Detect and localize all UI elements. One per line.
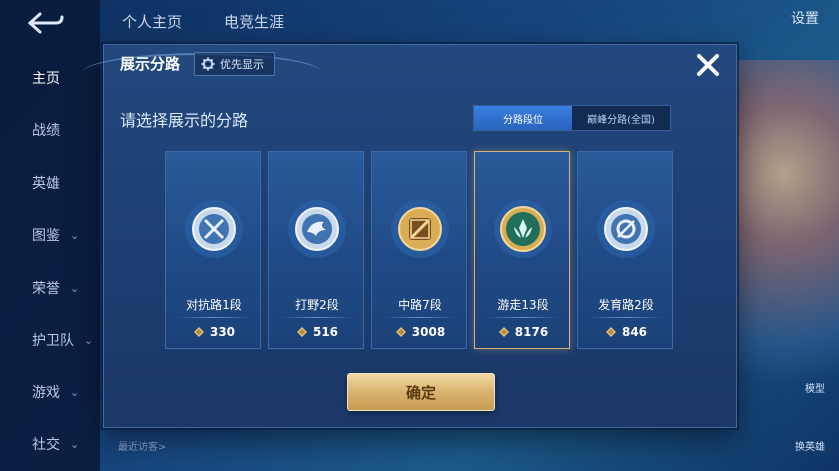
lane-points-value: 330	[209, 325, 236, 339]
points-icon	[193, 327, 204, 337]
settings-button[interactable]: 设置	[791, 8, 819, 28]
priority-display-button[interactable]: 优先显示	[194, 52, 275, 76]
lane-points: 516	[269, 325, 365, 339]
recent-visitors-link[interactable]: 最近访客>	[118, 438, 166, 453]
chevron-down-icon: ⌄	[70, 385, 80, 399]
lane-rank-label: 发育路2段	[598, 298, 654, 312]
lane-card-jungle[interactable]: 打野2段 516	[268, 151, 364, 349]
lane-card-mid[interactable]: 中路7段 3008	[371, 151, 467, 349]
tab-peak-lane[interactable]: 巅峰分路(全国)	[572, 106, 670, 130]
points-icon	[395, 327, 406, 337]
tab-esports[interactable]: 电竞生涯	[224, 11, 284, 32]
switch-hero-hint[interactable]: 换英雄	[795, 438, 825, 453]
sidebar-item-social[interactable]: 社交 ⌄	[0, 424, 100, 464]
sidebar-item-label: 荣誉	[32, 281, 60, 297]
lane-display-dialog: 展示分路 优先显示 请选择展示的分路 分路段位 巅峰分路(全国) 对抗路1段 3…	[82, 44, 737, 428]
lane-rank-label: 游走13段	[497, 298, 549, 312]
chevron-down-icon: ⌄	[84, 333, 94, 347]
chevron-down-icon: ⌄	[70, 281, 80, 295]
lane-points: 8176	[475, 325, 571, 339]
divider	[590, 317, 662, 318]
model-hint[interactable]: 模型	[805, 380, 825, 395]
tab-lane-rank[interactable]: 分路段位	[474, 106, 572, 130]
sidebar-item-label: 英雄	[32, 176, 60, 192]
lane-mode-segmented-control: 分路段位 巅峰分路(全国)	[473, 105, 671, 131]
dragon-badge-icon	[288, 200, 346, 258]
sidebar-item-codex[interactable]: 图鉴 ⌄	[0, 215, 100, 255]
sidebar-item-hero[interactable]: 英雄	[0, 163, 100, 203]
sidebar-item-label: 主页	[32, 71, 60, 87]
close-icon[interactable]	[694, 51, 722, 79]
gear-icon	[201, 57, 215, 71]
divider	[384, 317, 456, 318]
sidebar-item-label: 战绩	[32, 123, 60, 139]
divider	[178, 317, 250, 318]
top-tabs: 个人主页 电竞生涯	[100, 0, 839, 42]
dialog-title: 展示分路	[120, 55, 181, 73]
lane-card-top[interactable]: 对抗路1段 330	[165, 151, 261, 349]
sidebar-item-game[interactable]: 游戏 ⌄	[0, 372, 100, 412]
lane-card-farm[interactable]: 发育路2段 846	[577, 151, 673, 349]
lane-card-list: 对抗路1段 330 打野2段 516 中路7段 3008 游走13段 8176 …	[165, 151, 677, 349]
priority-display-label: 优先显示	[220, 58, 264, 71]
sidebar-item-label: 护卫队	[32, 333, 74, 349]
lane-points-value: 846	[621, 325, 648, 339]
divider	[487, 317, 559, 318]
staff-badge-icon	[391, 200, 449, 258]
sidebar-item-guard[interactable]: 护卫队 ⌄	[0, 320, 100, 360]
divider	[281, 317, 353, 318]
chevron-down-icon: ⌄	[70, 437, 80, 451]
lane-card-roam[interactable]: 游走13段 8176	[474, 151, 570, 349]
sidebar-item-label: 图鉴	[32, 228, 60, 244]
dialog-header: 展示分路 优先显示	[82, 45, 736, 85]
points-icon	[605, 327, 616, 337]
lane-rank-label: 打野2段	[295, 298, 339, 312]
confirm-button[interactable]: 确定	[347, 373, 495, 411]
points-icon	[498, 327, 509, 337]
lane-points: 3008	[372, 325, 468, 339]
lane-rank-label: 对抗路1段	[186, 298, 242, 312]
dialog-subtitle: 请选择展示的分路	[120, 111, 249, 130]
lane-points-value: 3008	[411, 325, 446, 339]
back-arrow-icon[interactable]	[26, 10, 66, 36]
lane-points-value: 516	[312, 325, 339, 339]
sidebar-item-honor[interactable]: 荣誉 ⌄	[0, 268, 100, 308]
lane-points-value: 8176	[514, 325, 549, 339]
shield-wings-badge-icon	[494, 200, 552, 258]
target-badge-icon	[597, 200, 655, 258]
sword-cross-badge-icon	[185, 200, 243, 258]
lane-points: 330	[166, 325, 262, 339]
lane-points: 846	[578, 325, 674, 339]
tab-profile[interactable]: 个人主页	[122, 11, 182, 32]
lane-rank-label: 中路7段	[398, 298, 442, 312]
sidebar-item-label: 游戏	[32, 385, 60, 401]
points-icon	[296, 327, 307, 337]
chevron-down-icon: ⌄	[70, 228, 80, 242]
sidebar-item-record[interactable]: 战绩	[0, 110, 100, 150]
sidebar-item-label: 社交	[32, 437, 60, 453]
